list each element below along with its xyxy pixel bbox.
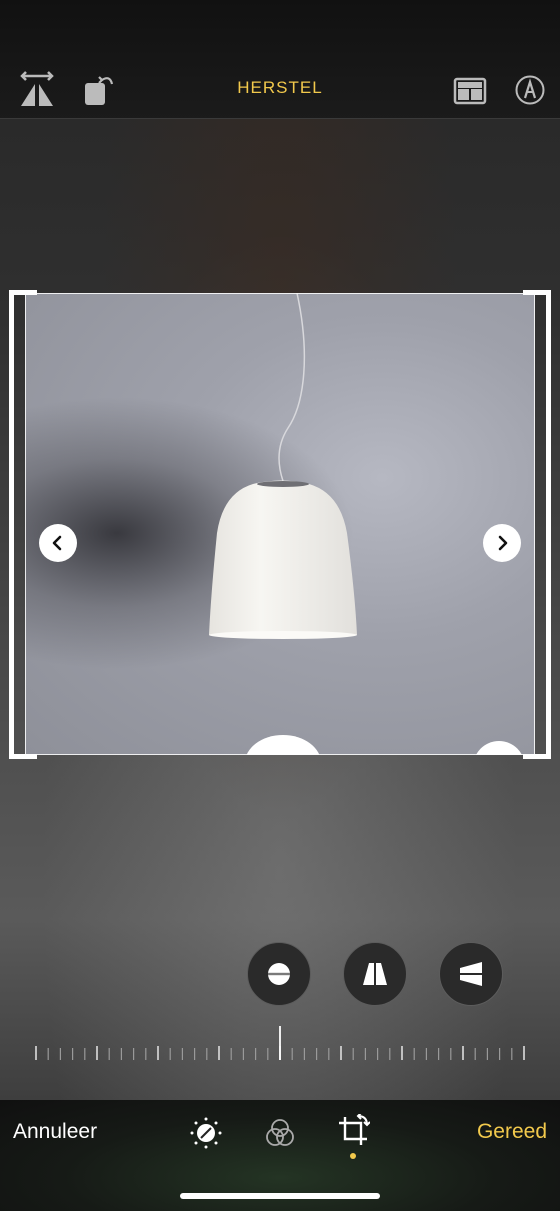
tab-adjust[interactable]: [188, 1115, 224, 1151]
flip-horizontal-icon: [20, 71, 54, 106]
crop-handle-bottom-left-vertical[interactable]: [9, 732, 14, 759]
crop-icon: [339, 1114, 370, 1145]
crop-handle-top-left-vertical[interactable]: [9, 290, 14, 317]
crop-edge-right[interactable]: [546, 317, 551, 732]
horizontal-perspective-button[interactable]: [439, 942, 503, 1006]
vertical-perspective-icon: [363, 960, 387, 988]
previous-photo-button[interactable]: [39, 524, 77, 562]
adjust-icon: [190, 1117, 222, 1149]
done-button[interactable]: Gereed: [477, 1120, 547, 1144]
flip-horizontal-button[interactable]: [16, 70, 58, 110]
aspect-ratio-button[interactable]: [452, 72, 488, 108]
straighten-button[interactable]: [247, 942, 311, 1006]
cancel-button[interactable]: Annuleer: [13, 1120, 97, 1144]
aspect-ratio-icon: [453, 77, 487, 105]
toolbar-divider: [0, 118, 560, 119]
tab-filters[interactable]: [262, 1115, 298, 1151]
markup-button[interactable]: [512, 72, 548, 108]
markup-icon: [515, 75, 545, 105]
home-indicator: [180, 1193, 380, 1199]
straighten-dial[interactable]: [30, 1022, 530, 1062]
tab-crop[interactable]: [335, 1113, 371, 1151]
straighten-icon: [266, 963, 292, 985]
crop-handle-top-right-vertical[interactable]: [546, 290, 551, 317]
horizontal-perspective-icon: [457, 962, 485, 986]
crop-frame: [25, 293, 535, 755]
rotate-button[interactable]: [80, 70, 120, 110]
chevron-right-icon: [498, 535, 508, 551]
rotate-icon: [85, 76, 114, 105]
crop-handle-bottom-right-vertical[interactable]: [546, 732, 551, 759]
chevron-left-icon: [52, 535, 62, 551]
vertical-perspective-button[interactable]: [343, 942, 407, 1006]
next-photo-button[interactable]: [483, 524, 521, 562]
crop-edge-left[interactable]: [9, 317, 14, 732]
reset-button[interactable]: HERSTEL: [200, 78, 360, 98]
active-tab-indicator: [350, 1153, 356, 1159]
filters-icon: [266, 1119, 294, 1146]
